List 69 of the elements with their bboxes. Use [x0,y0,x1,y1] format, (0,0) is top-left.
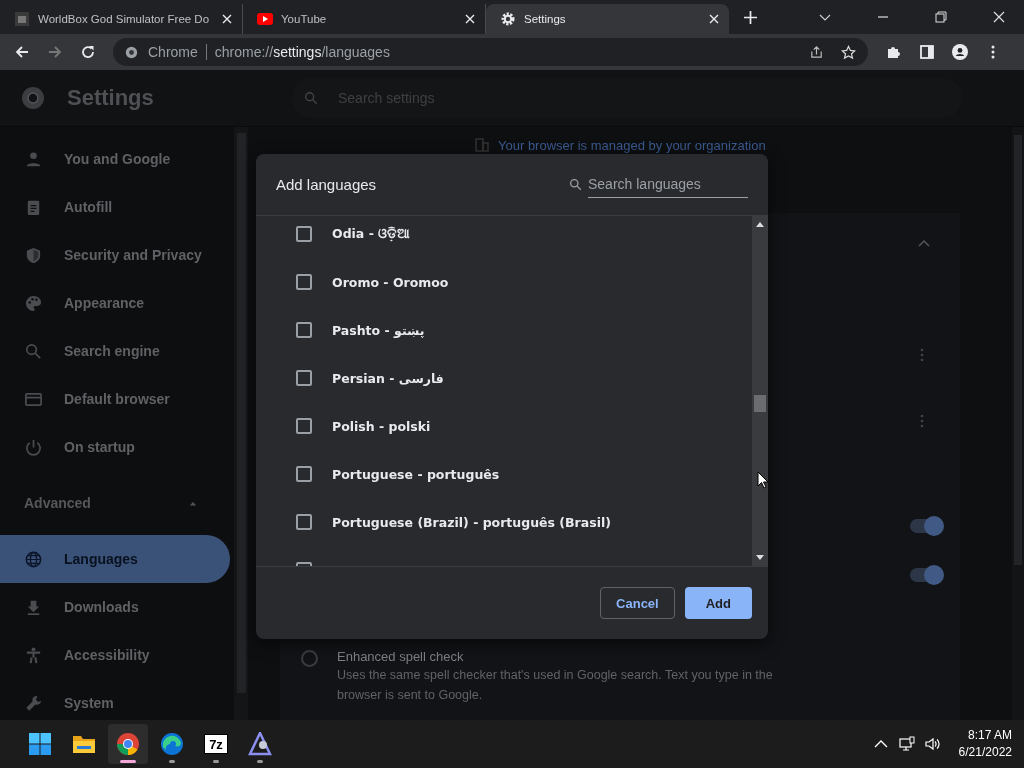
forward-icon[interactable] [47,44,63,60]
cancel-button[interactable]: Cancel [600,587,675,619]
chrome-icon [21,86,45,110]
search-icon [304,91,318,105]
checkbox[interactable] [296,418,312,434]
shield-icon [24,245,43,265]
new-tab-icon[interactable] [744,10,757,24]
reload-icon[interactable] [80,44,96,60]
address-bar[interactable]: Chrome chrome://settings/languages [113,38,868,66]
checkbox[interactable] [296,514,312,530]
close-icon[interactable] [222,14,232,24]
settings-icon [500,11,516,27]
language-name[interactable]: Persian - فارسی [332,370,444,386]
close-icon[interactable] [709,14,719,24]
back-icon[interactable] [14,44,30,60]
share-icon[interactable] [809,44,824,60]
search-icon [569,178,582,191]
puzzle-icon[interactable] [886,44,902,60]
browser-tab[interactable]: Settings [486,4,729,34]
language-name[interactable]: Portuguese - português [332,466,500,482]
option-label: Enhanced spell check [337,649,465,664]
scroll-thumb[interactable] [754,395,766,413]
search-icon [24,341,43,361]
clock[interactable]: 8:17 AM 6/21/2022 [958,727,1012,761]
search-field[interactable]: Search languages [588,171,748,198]
close-icon[interactable] [465,14,475,24]
scroll-down-icon[interactable] [756,555,764,560]
building-icon [474,137,490,153]
settings-title: Settings [67,85,155,111]
triangle-icon[interactable] [248,732,272,756]
dialog-title: Add languages [276,176,377,193]
chrome-icon[interactable] [116,732,140,756]
person-icon [24,149,43,169]
checkbox[interactable] [296,322,312,338]
language-name[interactable]: Oromo - Oromoo [332,274,449,290]
scrollbar[interactable] [752,216,768,566]
checkbox[interactable] [296,274,312,290]
mouse-pointer-icon [757,471,769,489]
globe-icon [24,549,43,569]
restore-icon[interactable] [935,11,947,23]
language-name[interactable]: Portuguese (Brazil) - português (Brasil) [332,514,611,530]
power-icon [24,437,43,457]
option-description: Uses the same spell checker that's used in Google search. Text you type in the browser is sent to Google. [337,667,774,704]
edge-icon[interactable] [160,732,184,756]
language-name[interactable]: Odia - ଓଡ଼ିଆ [332,226,411,242]
windows-icon[interactable] [28,732,52,756]
language-name[interactable]: Polish - polski [332,418,431,434]
language-name[interactable]: Pashto - پښتو [332,322,425,338]
game-icon [14,11,30,27]
close-icon[interactable] [993,11,1005,23]
archiver-icon[interactable]: 7z [204,734,228,754]
section-heading: Advanced [24,495,92,511]
scroll-up-icon[interactable] [756,222,764,227]
radio-button[interactable] [301,650,318,667]
speaker-icon[interactable] [924,736,941,752]
chrome-icon [125,45,138,59]
checkbox[interactable] [296,370,312,386]
palette-icon [24,293,43,313]
side-panel-icon[interactable] [919,44,935,60]
star-icon[interactable] [841,44,856,60]
network-icon[interactable] [898,736,915,752]
wrench-icon [24,693,43,713]
caret-icon[interactable] [189,500,197,506]
profile-icon[interactable] [952,44,968,60]
add-button[interactable]: Add [684,587,752,619]
checkbox[interactable] [296,466,312,482]
checkbox[interactable] [296,226,312,242]
play-icon [257,11,273,27]
accessibility-icon [24,645,43,665]
